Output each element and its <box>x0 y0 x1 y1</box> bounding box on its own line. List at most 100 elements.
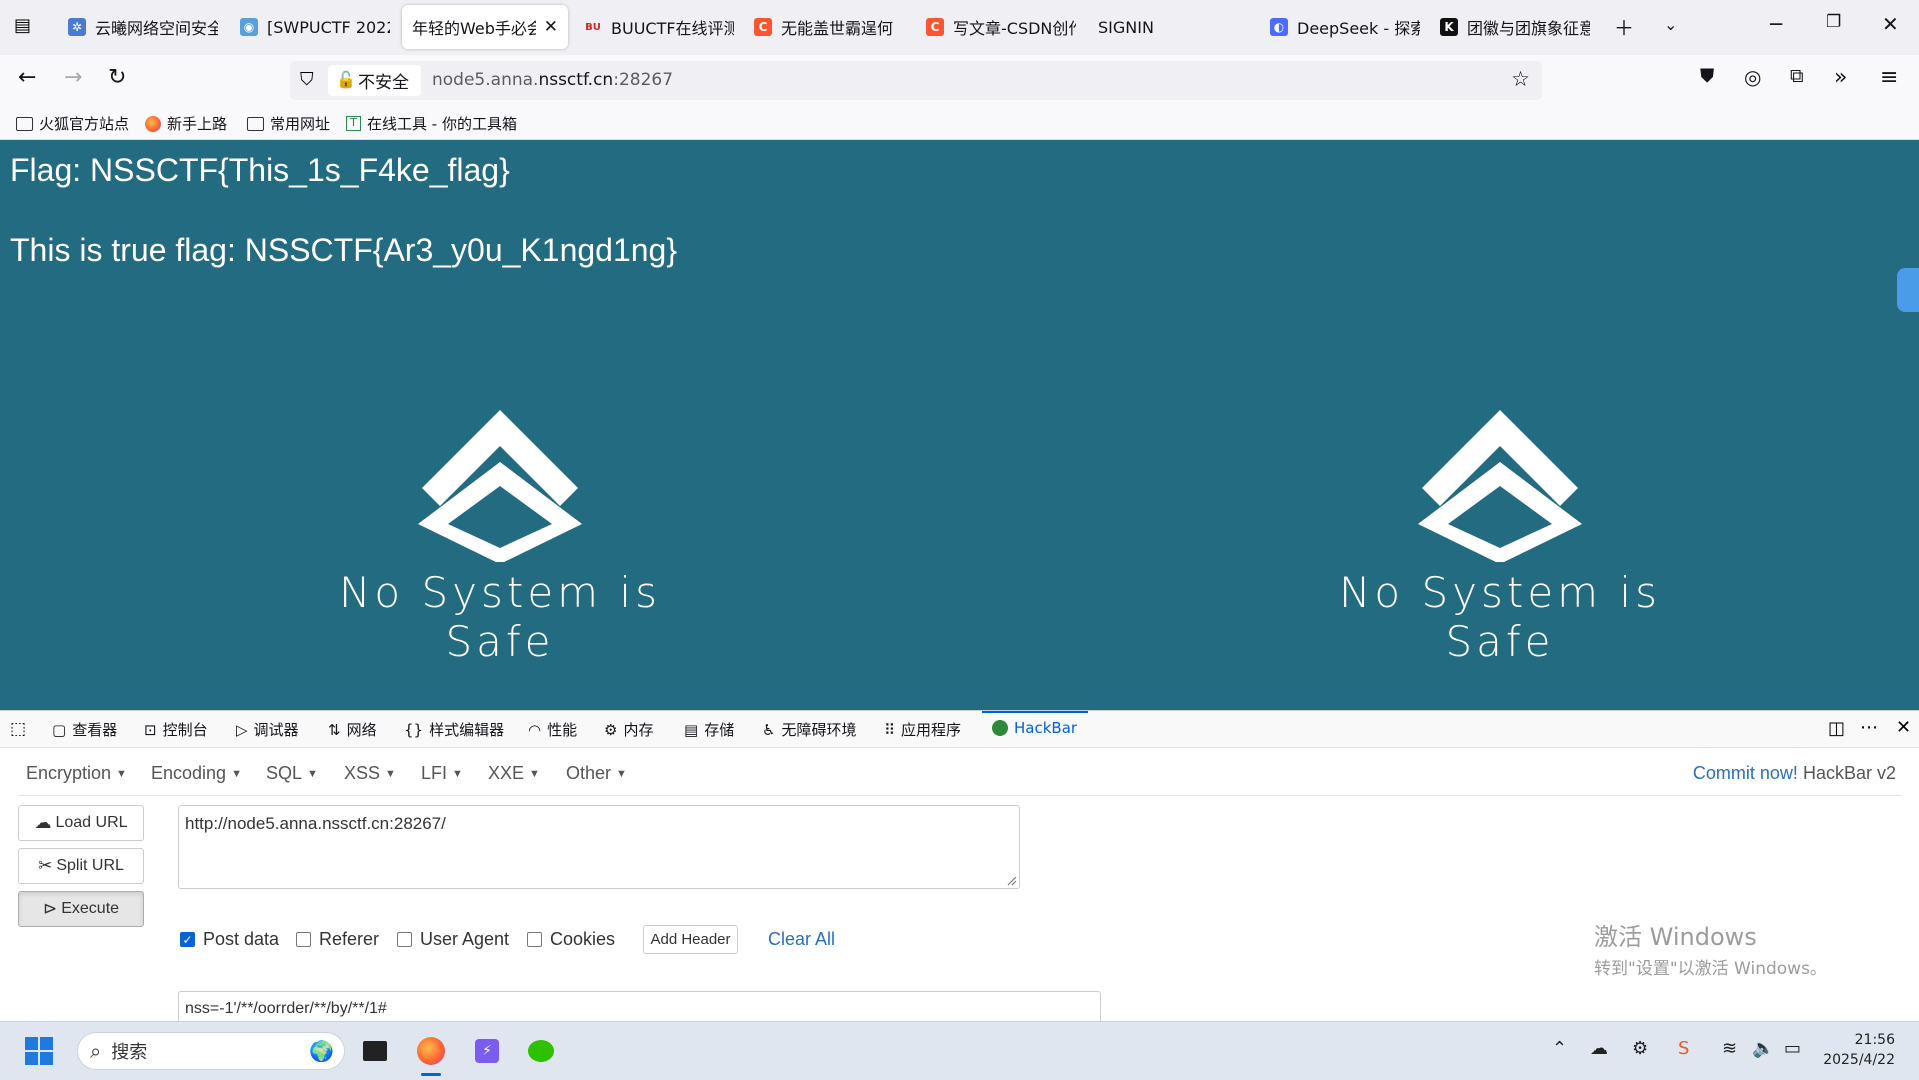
user-agent-checkbox[interactable]: User Agent <box>397 929 509 950</box>
cloud-icon[interactable]: ☁ <box>1590 1038 1608 1059</box>
commit-link[interactable]: Commit now! <box>1693 763 1798 783</box>
tab-4[interactable]: BU BUUCTF在线评测 <box>584 5 734 49</box>
tab-inspector[interactable]: ▢ 查看器 <box>52 719 117 740</box>
tab-debugger[interactable]: ▷ 调试器 <box>236 719 299 740</box>
volume-icon[interactable]: 🔈 <box>1752 1038 1774 1059</box>
menu-lfi[interactable]: LFI ▼ <box>421 763 463 784</box>
element-picker-icon[interactable]: ⬚ <box>10 719 26 739</box>
load-url-button[interactable]: ☁ Load URL <box>18 805 144 841</box>
search-icon: ⌕ <box>90 1039 102 1063</box>
shield-icon[interactable]: ⛉ <box>300 69 314 90</box>
caret-down-icon: ▼ <box>529 768 540 781</box>
tab-1[interactable]: ✲ 云曦网络空间安全 <box>68 5 218 49</box>
minimize-icon[interactable]: ─ <box>1770 12 1782 36</box>
reload-icon[interactable]: ↻ <box>108 65 126 90</box>
windows-start-icon[interactable] <box>22 1034 56 1068</box>
checkbox-checked-icon[interactable]: ✓ <box>180 932 195 947</box>
cookies-checkbox[interactable]: Cookies <box>527 929 615 950</box>
page-content: Flag: NSSCTF{This_1s_F4ke_flag} This is … <box>0 140 1919 710</box>
tab-console[interactable]: ⊡ 控制台 <box>144 719 208 740</box>
checkbox-icon[interactable] <box>296 932 311 947</box>
close-window-icon[interactable]: ✕ <box>1882 12 1899 36</box>
bookmark-star-icon[interactable]: ☆ <box>1511 67 1530 91</box>
taskbar-clock[interactable]: 21:56 2025/4/22 <box>1823 1030 1895 1070</box>
menu-xss[interactable]: XSS ▼ <box>344 763 396 784</box>
menu-icon[interactable]: ≡ <box>1880 65 1898 90</box>
clear-all-link[interactable]: Clear All <box>768 929 835 950</box>
split-url-button[interactable]: ✂ Split URL <box>18 848 144 884</box>
bookmark-common-sites[interactable]: 常用网址 <box>247 113 330 134</box>
tab-6[interactable]: C 写文章-CSDN创作 <box>926 5 1076 49</box>
dock-icon[interactable]: ◫ <box>1828 718 1845 739</box>
chevron-logo-icon <box>1418 410 1582 562</box>
tab-memory[interactable]: ⚙ 内存 <box>604 719 653 740</box>
menu-other[interactable]: Other ▼ <box>566 763 627 784</box>
visual-studio-icon[interactable]: ⚡ <box>470 1034 504 1068</box>
tab-label: HackBar <box>1014 719 1078 737</box>
resize-handle-icon[interactable] <box>1005 874 1017 886</box>
taskbar-search[interactable]: ⌕ 搜索 🌍 <box>77 1032 345 1070</box>
menu-encoding[interactable]: Encoding ▼ <box>151 763 242 784</box>
sogou-icon[interactable]: S <box>1678 1038 1689 1059</box>
tab-hackbar[interactable]: HackBar <box>992 719 1077 737</box>
bookmark-getting-started[interactable]: 新手上路 <box>145 113 227 134</box>
inspector-icon: ▢ <box>52 720 67 739</box>
restore-icon[interactable]: ❐ <box>1826 12 1841 32</box>
more-options-icon[interactable]: ⋯ <box>1860 717 1878 738</box>
back-icon[interactable]: ← <box>18 65 36 90</box>
tab-title: 团徽与团旗象征意 <box>1467 19 1590 38</box>
pocket-icon[interactable]: ⛊ <box>1700 65 1714 87</box>
add-header-button[interactable]: Add Header <box>643 925 738 954</box>
execute-button[interactable]: ⊳ Execute <box>18 891 144 927</box>
checkbox-label: Post data <box>203 929 280 949</box>
referer-checkbox[interactable]: Referer <box>296 929 379 950</box>
tab-8[interactable]: ◐ DeepSeek - 探索 <box>1270 5 1420 49</box>
wifi-icon[interactable]: ≋ <box>1722 1038 1737 1059</box>
tab-network[interactable]: ⇅ 网络 <box>328 719 377 740</box>
tab-5[interactable]: C 无能盖世霸逞何 <box>754 5 904 49</box>
url-value: http://node5.anna.nssctf.cn:28267/ <box>185 814 446 833</box>
file-explorer-icon[interactable] <box>358 1034 392 1068</box>
firefox-icon <box>145 115 161 132</box>
more-tools-icon[interactable]: » <box>1834 65 1847 90</box>
menu-encryption[interactable]: Encryption ▼ <box>26 763 127 784</box>
nav-bar: ← → ↻ ⛉ 🔓 不安全 node5.anna.nssctf.cn:28267… <box>0 55 1919 107</box>
app-tray-icon[interactable]: ⚙ <box>1632 1038 1648 1059</box>
checkbox-icon[interactable] <box>527 932 542 947</box>
checkbox-icon[interactable] <box>397 932 412 947</box>
forward-icon[interactable]: → <box>64 65 82 90</box>
post-data-checkbox[interactable]: ✓ Post data <box>180 929 279 950</box>
menu-xxe[interactable]: XXE ▼ <box>488 763 540 784</box>
tab-storage[interactable]: ▤ 存储 <box>684 719 734 740</box>
tab-7[interactable]: SIGNIN <box>1098 5 1248 49</box>
extensions-icon[interactable]: ⧉ <box>1790 65 1804 87</box>
wechat-icon[interactable] <box>524 1034 558 1068</box>
tab-list-icon[interactable]: ▤ <box>14 15 31 36</box>
commit-area: Commit now! HackBar v2 <box>1693 763 1896 784</box>
insecure-badge[interactable]: 🔓 不安全 <box>328 65 421 96</box>
bookmark-online-tools[interactable]: T 在线工具 - 你的工具箱 <box>346 113 517 134</box>
tab-9[interactable]: K 团徽与团旗象征意 <box>1440 5 1590 49</box>
firefox-taskbar-icon[interactable] <box>414 1034 448 1076</box>
tab-application[interactable]: ⠿ 应用程序 <box>884 719 961 740</box>
url-bar[interactable]: ⛉ 🔓 不安全 node5.anna.nssctf.cn:28267 ☆ <box>290 61 1542 100</box>
tab-accessibility[interactable]: ♿ 无障碍环境 <box>762 719 856 740</box>
chevron-down-icon[interactable]: ⌄ <box>1664 15 1677 34</box>
url-text[interactable]: node5.anna.nssctf.cn:28267 <box>432 70 673 90</box>
post-data-textarea[interactable]: nss=-1'/**/oorrder/**/by/**/1# <box>178 991 1101 1025</box>
tab-style-editor[interactable]: {} 样式编辑器 <box>404 719 504 740</box>
close-icon[interactable]: ✕ <box>544 17 558 37</box>
battery-icon[interactable]: ▭ <box>1784 1038 1801 1059</box>
tab-3-active[interactable]: 年轻的Web手必会 ✕ <box>402 5 568 49</box>
side-extension-icon[interactable] <box>1897 268 1919 312</box>
account-icon[interactable]: ◎ <box>1744 65 1761 89</box>
tab-2[interactable]: ◉ [SWPUCTF 2022 <box>240 5 390 49</box>
bookmark-firefox-site[interactable]: 火狐官方站点 <box>16 113 129 134</box>
tab-title: 年轻的Web手必会 <box>412 19 536 38</box>
chevron-up-icon[interactable]: ⌃ <box>1552 1038 1567 1059</box>
tab-performance[interactable]: ◠ 性能 <box>528 719 577 740</box>
menu-sql[interactable]: SQL ▼ <box>266 763 318 784</box>
close-devtools-icon[interactable]: ✕ <box>1896 717 1911 738</box>
new-tab-icon[interactable]: ＋ <box>1614 12 1634 41</box>
url-textarea[interactable]: http://node5.anna.nssctf.cn:28267/ <box>178 805 1020 889</box>
